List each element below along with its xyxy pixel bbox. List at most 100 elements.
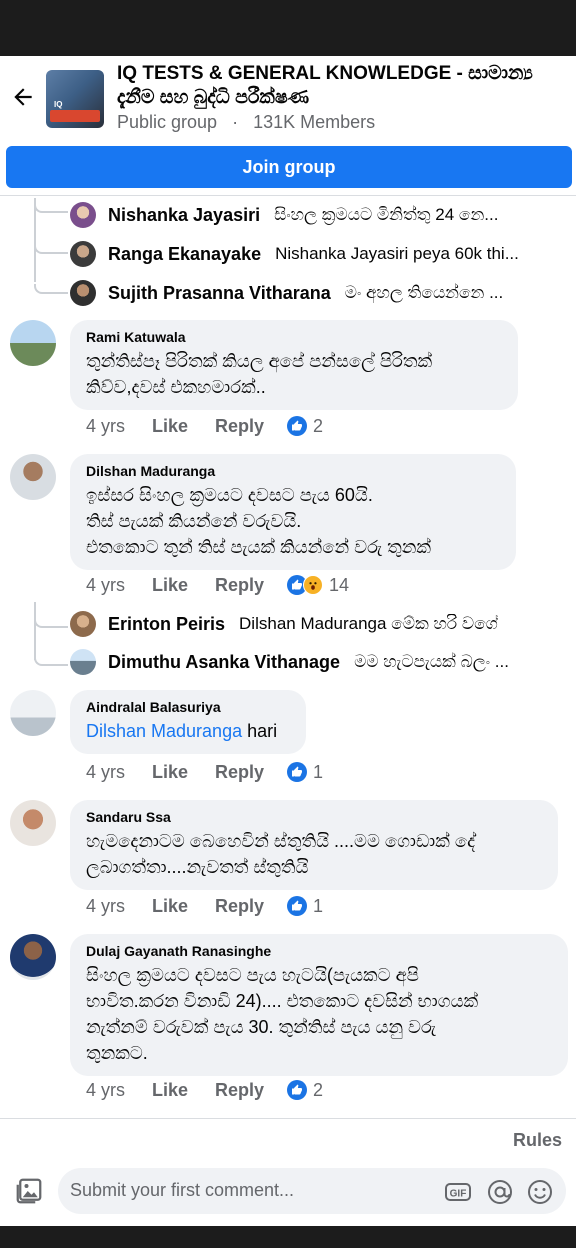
- comment-actions: 4 yrs Like Reply 1: [86, 893, 323, 919]
- status-bar: [0, 0, 576, 56]
- thread-connector: [34, 284, 68, 294]
- comment-author[interactable]: Aindralal Balasuriya: [86, 699, 290, 715]
- avatar[interactable]: [10, 454, 56, 500]
- comment-author[interactable]: Dilshan Maduranga: [86, 463, 500, 479]
- reply-text: මම හැටපැයක් බලං ...: [354, 652, 509, 671]
- comment-time[interactable]: 4 yrs: [86, 896, 152, 917]
- comment-author[interactable]: Rami Katuwala: [86, 329, 502, 345]
- comment-time[interactable]: 4 yrs: [86, 1080, 152, 1101]
- thread-line: [34, 602, 36, 660]
- reply-text: මං අහල තියෙන්නෙ ...: [344, 283, 504, 302]
- reply-button[interactable]: Reply: [215, 575, 287, 596]
- reply-text: Dilshan Maduranga මේක හරි වගේ: [239, 614, 498, 633]
- comment-actions: 4 yrs Like Reply 14: [86, 572, 349, 598]
- rules-link[interactable]: Rules: [513, 1130, 562, 1151]
- like-button[interactable]: Like: [152, 896, 215, 917]
- comment-line: භාවිත.කරන විනාඩි 24).... එතකොට දවසින් භා…: [86, 991, 479, 1011]
- reply-button[interactable]: Reply: [215, 762, 287, 783]
- thread-connector: [34, 618, 68, 628]
- footer-divider: [0, 1118, 576, 1119]
- mention-icon[interactable]: [486, 1178, 514, 1206]
- reply-button[interactable]: Reply: [215, 416, 287, 437]
- reaction-count[interactable]: 1: [313, 896, 323, 917]
- comment-bubble[interactable]: Dulaj Gayanath Ranasinghe සිංහල ක්‍රමයට …: [70, 934, 568, 1076]
- like-button[interactable]: Like: [152, 1080, 215, 1101]
- reply-button[interactable]: Reply: [215, 1080, 287, 1101]
- comment-text: සිංහල ක්‍රමයට දවසට පැය හැටයි(පැයකට අපි භ…: [86, 962, 552, 1066]
- gif-label: GIF: [450, 1189, 467, 1200]
- avatar[interactable]: [10, 934, 56, 980]
- avatar[interactable]: [70, 241, 96, 267]
- avatar[interactable]: [70, 611, 96, 637]
- header-divider: [0, 195, 576, 196]
- reply-preview[interactable]: Sujith Prasanna Vitharana මං අහල තියෙන්න…: [70, 278, 570, 308]
- comment-bubble[interactable]: Dilshan Maduranga ඉස්සර සිංහල ක්‍රමයට දව…: [70, 454, 516, 570]
- avatar[interactable]: [70, 202, 96, 228]
- reply-text: Nishanka Jayasiri peya 60k thi...: [275, 244, 519, 263]
- comment-line: තුන්තිස්පෑ පිරිතක් කියල අපේ පන්සලේ පිරිත…: [86, 351, 433, 371]
- back-arrow-icon[interactable]: [10, 84, 36, 110]
- comment-composer[interactable]: Submit your first comment... GIF: [58, 1168, 566, 1214]
- like-button[interactable]: Like: [152, 762, 215, 783]
- comment-bubble[interactable]: Sandaru Ssa හැමදෙනාටම බෙහෙවින් ස්තුතියි …: [70, 800, 558, 890]
- comment-author[interactable]: Dulaj Gayanath Ranasinghe: [86, 943, 552, 959]
- avatar[interactable]: [10, 800, 56, 846]
- comment-line: නැත්නම් වරුවක් පැය 30. තුන්තිස් පැය යනු …: [86, 1017, 437, 1037]
- comment-bubble[interactable]: Aindralal Balasuriya Dilshan Maduranga h…: [70, 690, 306, 754]
- comment-actions: 4 yrs Like Reply 2: [86, 1077, 323, 1103]
- system-nav-bar: [0, 1226, 576, 1248]
- comment-line: තිස් පැයක් කියන්නේ වරුවයි.: [86, 511, 302, 531]
- like-button[interactable]: Like: [152, 575, 215, 596]
- mention-link[interactable]: Dilshan Maduranga: [86, 721, 242, 741]
- comment-line: සිංහල ක්‍රමයට දවසට පැය හැටයි(පැයකට අපි: [86, 965, 419, 985]
- avatar[interactable]: [10, 690, 56, 736]
- comment-input-placeholder[interactable]: Submit your first comment...: [70, 1180, 294, 1201]
- meta-separator: ·: [232, 112, 239, 132]
- emoji-icon[interactable]: [526, 1178, 554, 1206]
- group-header: IQ IQ TESTS & GENERAL KNOWLEDGE - සාමාන්…: [0, 56, 576, 138]
- like-reaction-icon[interactable]: [287, 896, 307, 916]
- comment-time[interactable]: 4 yrs: [86, 762, 152, 783]
- reply-author[interactable]: Ranga Ekanayake: [108, 244, 261, 265]
- reaction-count[interactable]: 14: [329, 575, 349, 596]
- group-title[interactable]: IQ TESTS & GENERAL KNOWLEDGE - සාමාන්‍ය …: [117, 62, 557, 110]
- comment-bubble[interactable]: Rami Katuwala තුන්තිස්පෑ පිරිතක් කියල අප…: [70, 320, 518, 410]
- like-reaction-icon[interactable]: [287, 1080, 307, 1100]
- wow-reaction-icon[interactable]: [303, 575, 323, 595]
- avatar[interactable]: [70, 280, 96, 306]
- photo-icon[interactable]: [14, 1176, 44, 1206]
- comment-line: එතකොට තුන් තිස් පැයක් කියන්නේ වරු තුනක්: [86, 537, 431, 557]
- reply-author[interactable]: Erinton Peiris: [108, 614, 225, 635]
- comment-text: තුන්තිස්පෑ පිරිතක් කියල අපේ පන්සලේ පිරිත…: [86, 348, 502, 400]
- reply-author[interactable]: Dimuthu Asanka Vithanage: [108, 652, 340, 673]
- avatar[interactable]: [10, 320, 56, 366]
- comment-line: හැමදෙනාටම බෙහෙවින් ස්තුතියි ....මම ගොඩාක…: [86, 831, 476, 851]
- reaction-count[interactable]: 2: [313, 1080, 323, 1101]
- group-meta: Public group · 131K Members: [117, 112, 375, 133]
- comment-time[interactable]: 4 yrs: [86, 416, 152, 437]
- reply-author[interactable]: Sujith Prasanna Vitharana: [108, 283, 331, 304]
- reply-preview[interactable]: Erinton Peiris Dilshan Maduranga මේක හරි…: [70, 609, 570, 639]
- group-member-count[interactable]: 131K Members: [253, 112, 375, 132]
- comment-time[interactable]: 4 yrs: [86, 575, 152, 596]
- reply-preview[interactable]: Ranga Ekanayake Nishanka Jayasiri peya 6…: [70, 239, 570, 269]
- gif-icon[interactable]: GIF: [444, 1178, 472, 1206]
- comment-line: hari: [242, 721, 278, 741]
- like-reaction-icon[interactable]: [287, 762, 307, 782]
- reply-preview[interactable]: Dimuthu Asanka Vithanage මම හැටපැයක් බලං…: [70, 647, 570, 677]
- comment-actions: 4 yrs Like Reply 2: [86, 413, 323, 439]
- reaction-count[interactable]: 1: [313, 762, 323, 783]
- comment-line: ලබාගත්තා....නැවතත් ස්තුතියි: [86, 857, 309, 877]
- group-cover-thumbnail[interactable]: IQ: [46, 70, 104, 128]
- like-button[interactable]: Like: [152, 416, 215, 437]
- like-reaction-icon[interactable]: [287, 416, 307, 436]
- group-privacy: Public group: [117, 112, 218, 132]
- join-group-button[interactable]: Join group: [6, 146, 572, 188]
- comment-author[interactable]: Sandaru Ssa: [86, 809, 542, 825]
- reply-button[interactable]: Reply: [215, 896, 287, 917]
- reply-author[interactable]: Nishanka Jayasiri: [108, 205, 260, 226]
- avatar[interactable]: [70, 649, 96, 675]
- comment-line: ඉස්සර සිංහල ක්‍රමයට දවසට පැය 60යි.: [86, 485, 373, 505]
- reply-preview[interactable]: Nishanka Jayasiri සිංහල ක්‍රමයට මිනිත්තු…: [70, 200, 570, 230]
- reaction-count[interactable]: 2: [313, 416, 323, 437]
